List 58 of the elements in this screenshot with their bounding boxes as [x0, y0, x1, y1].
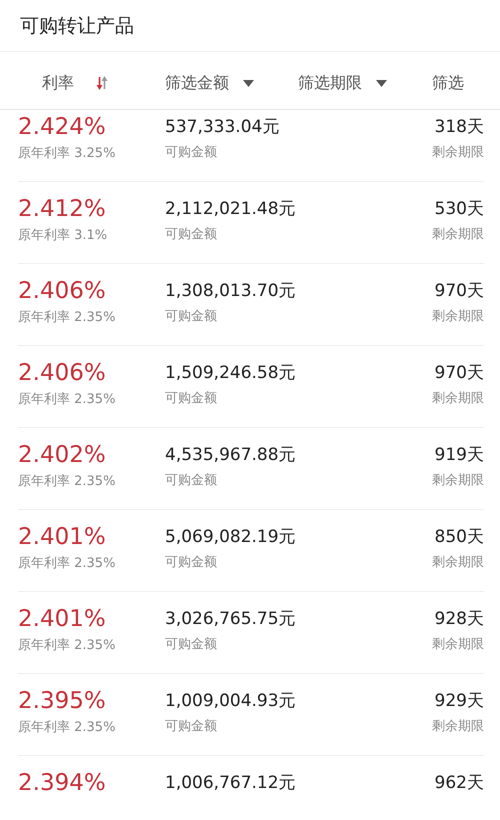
caret-icon [243, 80, 254, 86]
term-label: 剩余期限 [432, 554, 484, 572]
available-amount: 3,026,765.75元 [165, 608, 296, 631]
interest-rate: 2.401% [18, 524, 106, 552]
remaining-term: 919天 [434, 444, 484, 467]
term-label: 剩余期限 [432, 718, 484, 736]
available-amount: 537,333.04元 [165, 116, 280, 139]
amount-label: 可购金额 [165, 718, 217, 736]
original-rate: 原年利率 2.35% [18, 308, 116, 327]
interest-rate: 2.402% [18, 442, 106, 470]
interest-rate: 2.406% [18, 360, 106, 388]
term-label: 剩余期限 [432, 226, 484, 244]
original-rate: 原年利率 2.35% [18, 718, 116, 737]
original-rate: 原年利率 3.1% [18, 226, 108, 245]
interest-rate: 2.395% [18, 688, 106, 716]
remaining-term: 962天 [434, 772, 484, 795]
amount-label: 可购金额 [165, 554, 217, 572]
original-rate: 原年利率 2.35% [18, 390, 116, 409]
remaining-term: 929天 [434, 690, 484, 713]
term-label: 剩余期限 [432, 636, 484, 654]
caret-icon [376, 80, 387, 86]
original-rate: 原年利率 2.35% [18, 554, 116, 573]
term-label: 剩余期限 [432, 144, 484, 162]
available-amount: 5,069,082.19元 [165, 526, 296, 549]
amount-label: 可购金额 [165, 472, 217, 490]
available-amount: 1,009,004.93元 [165, 690, 296, 713]
remaining-term: 530天 [434, 198, 484, 221]
interest-rate: 2.412% [18, 196, 106, 224]
amount-label: 可购金额 [165, 636, 217, 654]
sort-button[interactable]: 利率 [42, 71, 108, 95]
term-label: 剩余期限 [432, 308, 484, 326]
remaining-term: 970天 [434, 280, 484, 303]
term-label: 剩余期限 [432, 390, 484, 408]
interest-rate: 2.424% [18, 114, 106, 142]
page-title: 可购转让产品 [0, 0, 500, 52]
available-amount: 2,112,021.48元 [165, 198, 296, 221]
available-amount: 4,535,967.88元 [165, 444, 296, 467]
original-rate: 原年利率 3.25% [18, 144, 116, 163]
amount-label: 可购金额 [165, 226, 217, 244]
remaining-term: 318天 [434, 116, 484, 139]
remaining-term: 928天 [434, 608, 484, 631]
filter-label[interactable]: 筛选 [432, 71, 464, 95]
remaining-term: 850天 [434, 526, 484, 549]
original-rate: 原年利率 2.35% [18, 472, 116, 491]
available-amount: 1,006,767.12元 [165, 772, 296, 795]
interest-rate: 2.401% [18, 606, 106, 634]
interest-rate: 2.406% [18, 278, 106, 306]
filter-dropdown[interactable]: 筛选期限 [298, 71, 387, 95]
amount-label: 可购金额 [165, 390, 217, 408]
amount-label: 可购金额 [165, 308, 217, 326]
amount-label: 可购金额 [165, 144, 217, 162]
interest-rate: 2.394% [18, 770, 106, 798]
original-rate: 原年利率 2.35% [18, 636, 116, 655]
remaining-term: 970天 [434, 362, 484, 385]
term-label: 剩余期限 [432, 472, 484, 490]
available-amount: 1,308,013.70元 [165, 280, 296, 303]
filter-dropdown[interactable]: 筛选金额 [165, 71, 254, 95]
available-amount: 1,509,246.58元 [165, 362, 296, 385]
